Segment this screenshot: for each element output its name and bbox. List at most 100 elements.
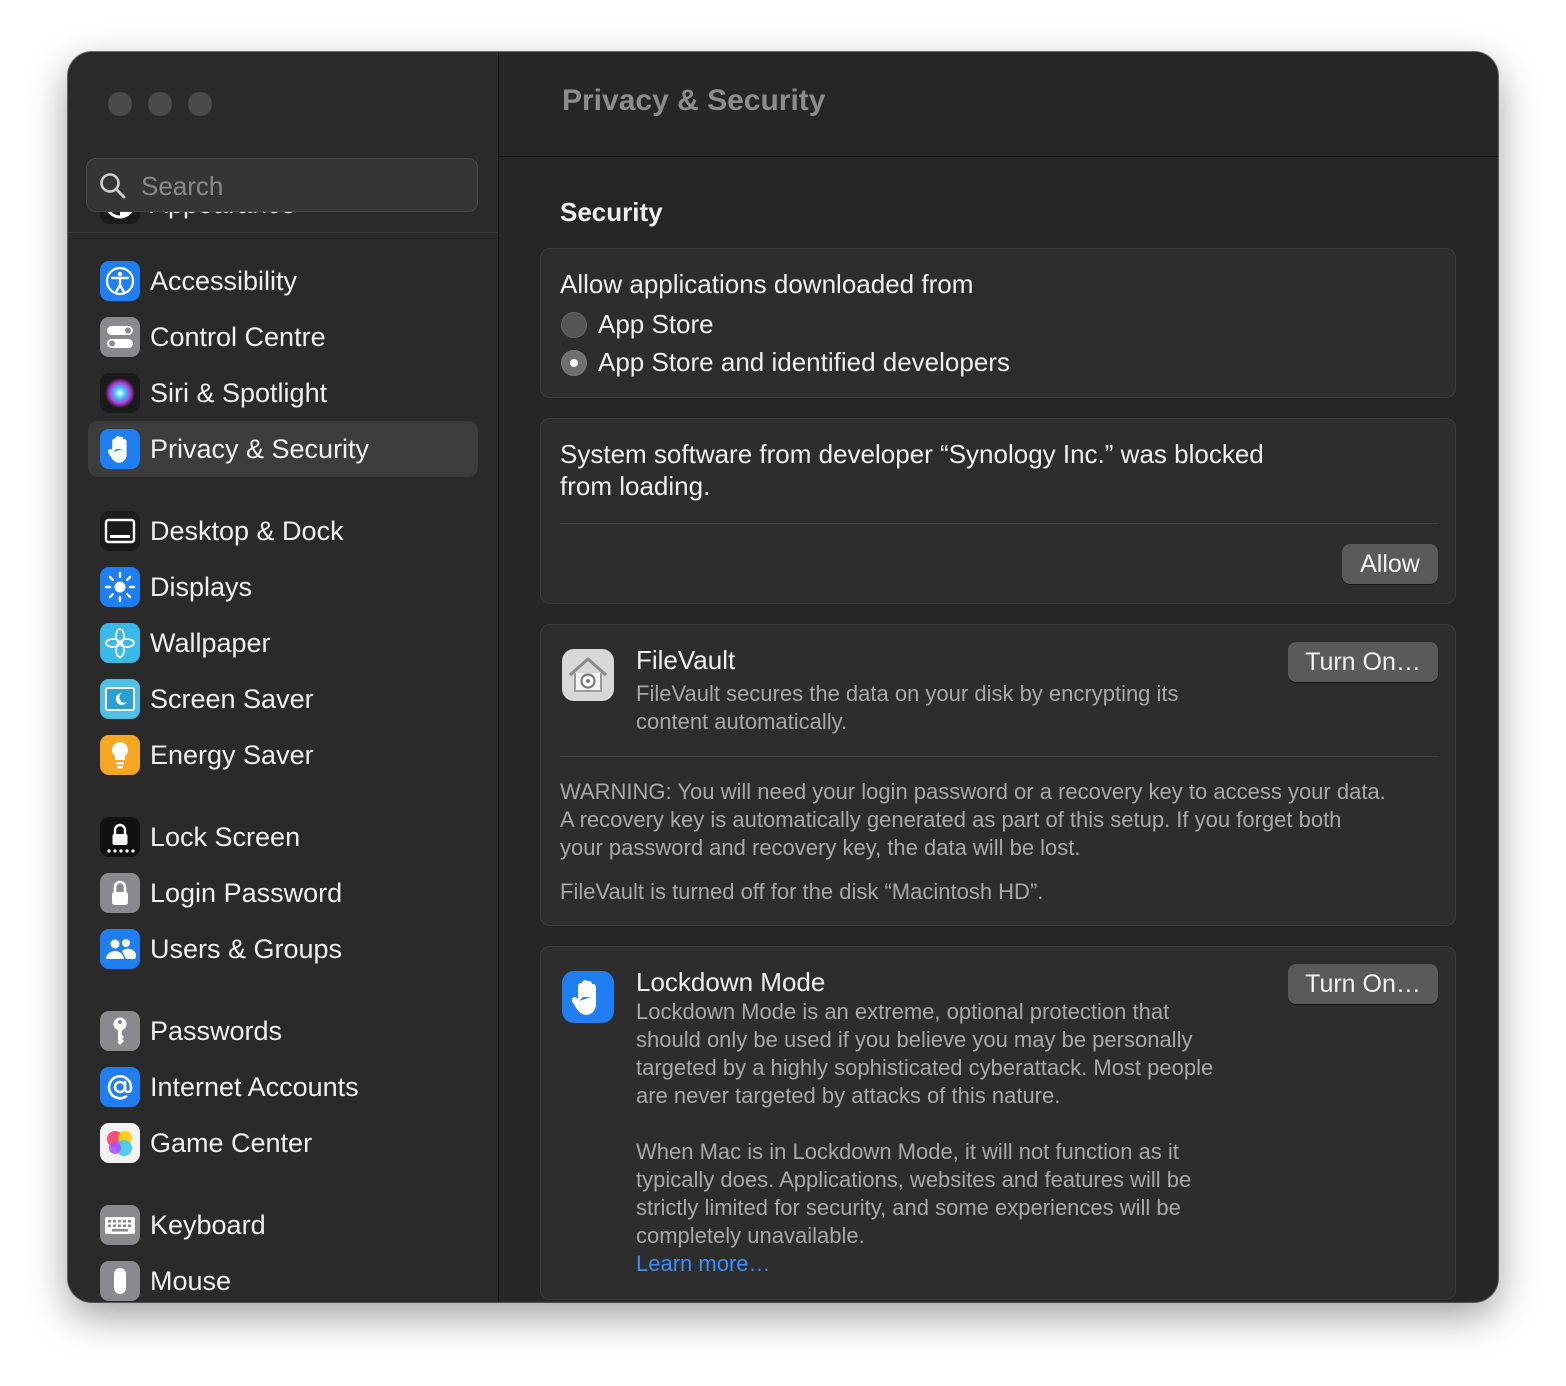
sidebar-item-game-center[interactable]: Game Center xyxy=(88,1115,478,1171)
filevault-card: FileVault FileVault secures the data on … xyxy=(540,624,1456,926)
sidebar-divider xyxy=(68,232,498,233)
lockdown-title: Lockdown Mode xyxy=(636,967,826,997)
allow-button[interactable]: Allow xyxy=(1342,544,1438,584)
sidebar-item-label: Passwords xyxy=(150,1016,283,1046)
close-button[interactable] xyxy=(108,92,132,116)
sidebar-item-internet-accounts[interactable]: Internet Accounts xyxy=(88,1059,478,1115)
sidebar-item-screen-saver[interactable]: Screen Saver xyxy=(88,671,478,727)
sidebar: Appearance Accessibility Control Centre xyxy=(68,52,499,1302)
sidebar-item-displays[interactable]: Displays xyxy=(88,559,478,615)
allow-applications-heading: Allow applications downloaded from xyxy=(560,269,974,299)
minimize-button[interactable] xyxy=(148,92,172,116)
sidebar-item-label: Users & Groups xyxy=(150,934,343,964)
filevault-description-line1: FileVault secures the data on your disk … xyxy=(636,681,1179,706)
section-title-security: Security xyxy=(560,197,663,227)
accessibility-icon xyxy=(100,261,140,301)
sidebar-item-label: Appearance xyxy=(150,212,296,232)
mouse-icon xyxy=(100,1261,140,1301)
sidebar-item-label: Mouse xyxy=(150,1266,232,1296)
learn-more-link[interactable]: Learn more… xyxy=(636,1250,771,1278)
lockdown-para1-line4: are never targeted by attacks of this na… xyxy=(636,1083,1061,1108)
lockdown-mode-card: Lockdown Mode Turn On… Lockdown Mode is … xyxy=(540,946,1456,1300)
sidebar-item-label: Displays xyxy=(150,572,253,602)
sidebar-item-control-centre[interactable]: Control Centre xyxy=(88,309,478,365)
radio-app-store-identified[interactable] xyxy=(561,350,587,376)
allow-applications-card: Allow applications downloaded from App S… xyxy=(540,248,1456,398)
filevault-warning-line1: WARNING: You will need your login passwo… xyxy=(560,779,1386,804)
sidebar-item-label: Accessibility xyxy=(150,266,298,296)
sidebar-item-keyboard[interactable]: Keyboard xyxy=(88,1197,478,1253)
filevault-warning-line2: A recovery key is automatically generate… xyxy=(560,807,1342,832)
privacy-hand-icon xyxy=(100,429,140,469)
energy-saver-icon xyxy=(100,735,140,775)
search-icon xyxy=(100,173,126,199)
sidebar-item-label: Lock Screen xyxy=(150,822,301,852)
sidebar-item-label: Wallpaper xyxy=(150,628,271,658)
radio-app-store[interactable] xyxy=(561,312,587,338)
users-groups-icon xyxy=(100,929,140,969)
sidebar-item-users-groups[interactable]: Users & Groups xyxy=(88,921,478,977)
sidebar-item-label: Internet Accounts xyxy=(150,1072,359,1102)
sidebar-item-label: Control Centre xyxy=(150,322,326,352)
page-title: Privacy & Security xyxy=(562,84,826,117)
desktop-dock-icon xyxy=(100,511,140,551)
sidebar-item-label: Login Password xyxy=(150,878,343,908)
filevault-title: FileVault xyxy=(636,645,736,675)
lockdown-para2-line4: completely unavailable. xyxy=(636,1223,865,1248)
game-center-icon xyxy=(100,1123,140,1163)
filevault-turn-on-button[interactable]: Turn On… xyxy=(1288,642,1438,682)
blocked-software-card: System software from developer “Synology… xyxy=(540,418,1456,604)
passwords-key-icon xyxy=(100,1011,140,1051)
lockdown-turn-on-button[interactable]: Turn On… xyxy=(1288,964,1438,1004)
sidebar-item-login-password[interactable]: Login Password xyxy=(88,865,478,921)
toolbar: Privacy & Security xyxy=(499,52,1498,157)
sidebar-item-label: Keyboard xyxy=(150,1210,266,1240)
sidebar-item-lock-screen[interactable]: Lock Screen xyxy=(88,809,478,865)
keyboard-icon xyxy=(100,1205,140,1245)
sidebar-item-passwords[interactable]: Passwords xyxy=(88,1003,478,1059)
sidebar-item-label: Privacy & Security xyxy=(150,434,370,464)
card-divider xyxy=(560,523,1438,524)
content-pane: Privacy & Security Security Allow applic… xyxy=(499,52,1498,1302)
lockdown-para2-line3: strictly limited for security, and some … xyxy=(636,1195,1181,1220)
search-input[interactable] xyxy=(139,159,463,213)
lockdown-para2-line1: When Mac is in Lockdown Mode, it will no… xyxy=(636,1139,1179,1164)
sidebar-item-energy-saver[interactable]: Energy Saver xyxy=(88,727,478,783)
login-password-icon xyxy=(100,873,140,913)
lockdown-para2-line2: typically does. Applications, websites a… xyxy=(636,1167,1192,1192)
wallpaper-icon xyxy=(100,623,140,663)
internet-accounts-icon xyxy=(100,1067,140,1107)
sidebar-item-mouse[interactable]: Mouse xyxy=(88,1253,478,1302)
radio-app-store-identified-label[interactable]: App Store and identified developers xyxy=(598,347,1010,378)
sidebar-item-privacy-security[interactable]: Privacy & Security xyxy=(88,421,478,477)
screen-saver-icon xyxy=(100,679,140,719)
zoom-button[interactable] xyxy=(188,92,212,116)
lockdown-para1-line1: Lockdown Mode is an extreme, optional pr… xyxy=(636,999,1170,1024)
filevault-description-line2: content automatically. xyxy=(636,709,848,734)
sidebar-item-wallpaper[interactable]: Wallpaper xyxy=(88,615,478,671)
sidebar-item-label: Game Center xyxy=(150,1128,313,1158)
lockdown-para1-line2: should only be used if you believe you m… xyxy=(636,1027,1193,1052)
sidebar-item-label: Desktop & Dock xyxy=(150,516,344,546)
radio-app-store-label[interactable]: App Store xyxy=(598,309,714,340)
sidebar-item-accessibility[interactable]: Accessibility xyxy=(88,253,478,309)
blocked-message-line1: System software from developer “Synology… xyxy=(560,439,1264,469)
card-divider xyxy=(560,756,1438,757)
sidebar-item-label: Siri & Spotlight xyxy=(150,378,328,408)
blocked-message-line2: from loading. xyxy=(560,471,711,501)
sidebar-clipped-region: Appearance xyxy=(68,212,498,232)
appearance-icon xyxy=(100,212,140,224)
siri-icon xyxy=(100,373,140,413)
settings-window: Appearance Accessibility Control Centre xyxy=(68,52,1498,1302)
sidebar-item-siri-spotlight[interactable]: Siri & Spotlight xyxy=(88,365,478,421)
search-field[interactable] xyxy=(86,158,478,213)
lockdown-para1-line3: targeted by a highly sophisticated cyber… xyxy=(636,1055,1214,1080)
displays-icon xyxy=(100,567,140,607)
sidebar-item-label: Energy Saver xyxy=(150,740,314,770)
lock-screen-icon xyxy=(100,817,140,857)
lockdown-hand-icon xyxy=(562,971,614,1023)
control-centre-icon xyxy=(100,317,140,357)
sidebar-item-appearance[interactable]: Appearance xyxy=(88,212,478,232)
sidebar-item-desktop-dock[interactable]: Desktop & Dock xyxy=(88,503,478,559)
sidebar-item-label: Screen Saver xyxy=(150,684,314,714)
